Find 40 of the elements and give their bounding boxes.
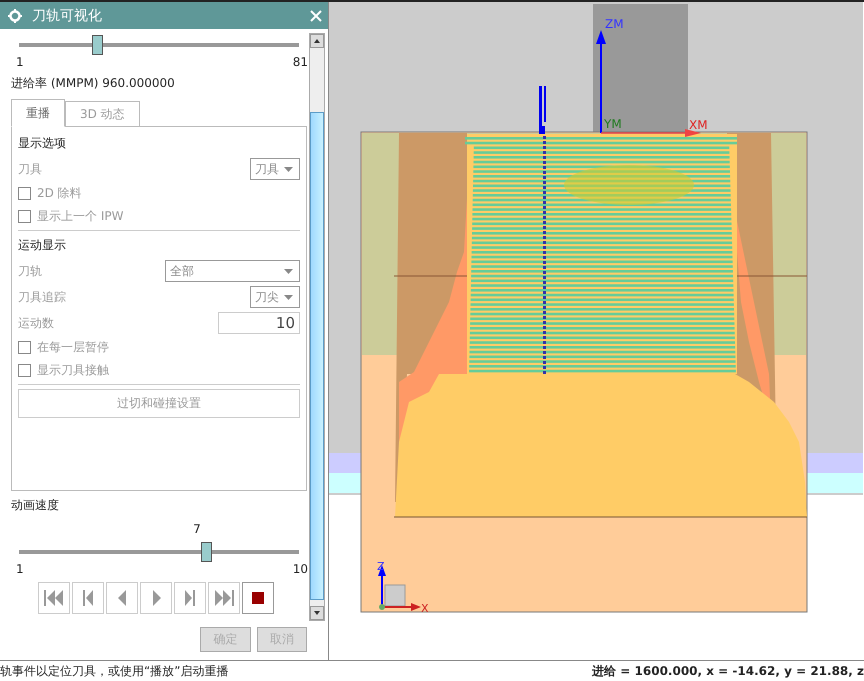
slider-thumb[interactable]	[92, 35, 104, 55]
caret-icon	[314, 39, 320, 43]
section-heading: 运动显示	[18, 237, 67, 254]
caret-icon	[284, 268, 293, 274]
close-icon[interactable]	[310, 10, 322, 22]
caret-icon	[284, 294, 293, 300]
scroll-up-button[interactable]	[310, 34, 324, 48]
speed-label: 动画速度	[11, 497, 60, 514]
speed-value: 7	[193, 522, 201, 536]
slider-min-label: 1	[16, 562, 24, 576]
section-heading: 显示选项	[18, 135, 67, 152]
tab[interactable]: 3D 动态	[65, 101, 140, 127]
axis-label: Z	[377, 560, 385, 573]
scrollbar[interactable]	[309, 33, 325, 621]
scrollbar-thumb[interactable]	[310, 112, 324, 600]
caret-icon	[284, 166, 293, 172]
feed-rate-text: 进给率 (MMPM) 960.000000	[11, 75, 176, 92]
option-label: 运动数	[18, 314, 54, 332]
option-label: 刀具	[18, 160, 42, 178]
option-label: 刀具追踪	[18, 288, 66, 306]
slider-thumb[interactable]	[200, 542, 212, 562]
slider-min-label: 1	[16, 55, 24, 69]
skip-end-icon	[214, 588, 234, 608]
status-prompt: 轨事件以定位刀具，或使用“播放”启动重播	[0, 662, 228, 680]
scroll-down-button[interactable]	[310, 606, 324, 620]
skip-start-icon	[44, 588, 64, 608]
slider-max-label: 10	[292, 562, 308, 576]
axis-label: X	[421, 602, 429, 615]
slider-max-label: 81	[292, 55, 308, 69]
option-label: 刀轨	[18, 262, 42, 280]
axis-label: YM	[604, 117, 622, 131]
caret-icon	[314, 611, 320, 615]
window-title: 刀轨可视化	[32, 6, 103, 24]
status-readout: 进给 = 1600.000, x = -14.62, y = 21.88, z	[592, 662, 864, 680]
stop-icon	[252, 592, 264, 604]
playback-button[interactable]	[242, 582, 274, 614]
tab[interactable]: 重播	[11, 99, 65, 127]
settings-icon	[8, 8, 22, 22]
axis-label: XM	[689, 118, 708, 132]
axis-label: ZM	[605, 17, 624, 31]
